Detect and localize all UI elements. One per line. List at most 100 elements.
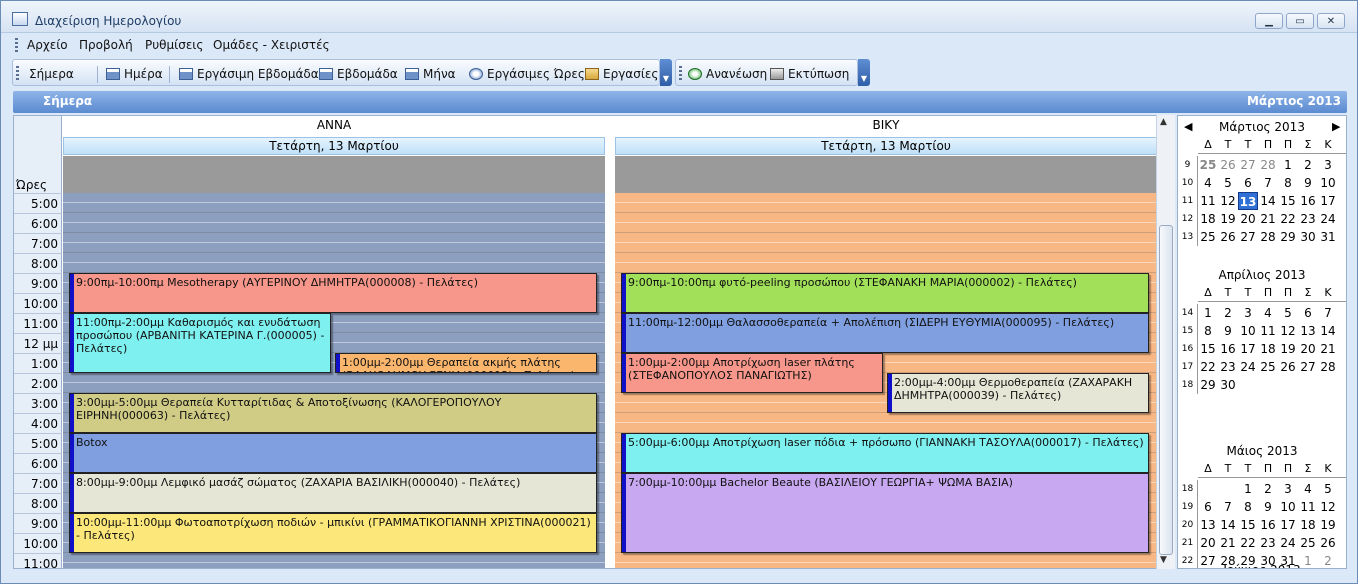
mini-calendar-day[interactable]: 24 xyxy=(1278,534,1298,552)
mini-calendar-day[interactable]: 20 xyxy=(1298,340,1318,358)
mini-calendar-day[interactable]: 20 xyxy=(1238,210,1258,228)
mini-calendar-day[interactable]: 10 xyxy=(1318,174,1338,192)
mini-calendar-day[interactable]: 22 xyxy=(1238,534,1258,552)
mini-calendar-day[interactable]: 10 xyxy=(1278,498,1298,516)
column-date-header[interactable]: Τετάρτη, 13 Μαρτίου xyxy=(63,137,605,155)
time-slot[interactable] xyxy=(63,213,605,223)
mini-calendar-day[interactable]: 27 xyxy=(1238,228,1258,246)
tasks-button[interactable]: Εργασίες xyxy=(585,66,658,82)
mini-calendar-day[interactable]: 14 xyxy=(1258,192,1278,210)
mini-calendar-day[interactable]: 4 xyxy=(1298,480,1318,498)
mini-calendar-day[interactable]: 16 xyxy=(1218,340,1238,358)
mini-calendar-day[interactable]: 3 xyxy=(1318,156,1338,174)
scrollbar-thumb[interactable] xyxy=(1159,225,1173,555)
mini-calendar-day[interactable]: 12 xyxy=(1278,322,1298,340)
vertical-scrollbar[interactable]: ▲ ▼ xyxy=(1156,115,1175,569)
mini-calendar-day[interactable]: 13 xyxy=(1298,322,1318,340)
mini-calendar-day[interactable]: 31 xyxy=(1318,228,1338,246)
mini-calendar-day[interactable]: 23 xyxy=(1298,210,1318,228)
mini-calendar-day[interactable]: 9 xyxy=(1258,498,1278,516)
mini-calendar-day[interactable]: 26 xyxy=(1318,534,1338,552)
mini-calendar-day[interactable]: 17 xyxy=(1318,192,1338,210)
mini-calendar-day[interactable]: 2 xyxy=(1218,304,1238,322)
mini-calendar-day[interactable]: 24 xyxy=(1318,210,1338,228)
menu-grip-icon[interactable] xyxy=(15,38,18,52)
mini-calendar-day[interactable]: 19 xyxy=(1318,516,1338,534)
appointment[interactable]: 1:00μμ-2:00μμ Αποτρίχωση laser πλάτης (Σ… xyxy=(621,353,883,393)
menu-settings[interactable]: Ρυθμίσεις xyxy=(145,38,203,52)
time-slot[interactable] xyxy=(615,413,1157,423)
mini-calendar-day[interactable]: 13 xyxy=(1238,192,1258,210)
mini-calendar-day[interactable]: 13 xyxy=(1198,516,1218,534)
menu-file[interactable]: Αρχείο xyxy=(27,38,68,52)
mini-calendar-day[interactable]: 2 xyxy=(1258,480,1278,498)
scroll-up-icon[interactable]: ▲ xyxy=(1160,117,1167,127)
refresh-button[interactable]: Ανανέωση xyxy=(688,66,767,82)
mini-calendar-day[interactable]: 25 xyxy=(1198,156,1218,174)
time-slot[interactable] xyxy=(63,263,605,273)
column-date-header[interactable]: Τετάρτη, 13 Μαρτίου xyxy=(615,137,1157,155)
mini-calendar-day[interactable]: 21 xyxy=(1318,340,1338,358)
close-button[interactable]: ✕ xyxy=(1317,13,1345,29)
mini-calendar-day[interactable]: 21 xyxy=(1218,534,1238,552)
mini-calendar-day[interactable]: 18 xyxy=(1258,340,1278,358)
time-slot[interactable] xyxy=(615,553,1157,563)
mini-calendar-day[interactable]: 1 xyxy=(1278,156,1298,174)
scroll-down-icon[interactable]: ▼ xyxy=(1160,555,1167,565)
time-slot[interactable] xyxy=(63,223,605,233)
time-slot[interactable] xyxy=(63,233,605,243)
mini-calendar-day[interactable]: 17 xyxy=(1278,516,1298,534)
mini-calendar-day[interactable]: 23 xyxy=(1258,534,1278,552)
toolbar-grip-icon[interactable] xyxy=(679,66,682,80)
appointment[interactable]: 8:00μμ-9:00μμ Λεμφικό μασάζ σώματος (ΖΑΧ… xyxy=(69,473,597,513)
mini-calendar-day[interactable]: 5 xyxy=(1278,304,1298,322)
toolbar-overflow-chevron-icon[interactable]: ▼ xyxy=(660,59,672,86)
day-view-button[interactable]: Ημέρα xyxy=(106,66,163,82)
toolbar-grip-icon[interactable] xyxy=(16,66,19,80)
appointment[interactable]: 9:00πμ-10:00πμ φυτό-peeling προσώπου (ΣΤ… xyxy=(621,273,1149,313)
mini-calendar-day[interactable]: 9 xyxy=(1218,322,1238,340)
mini-calendar-day[interactable]: 11 xyxy=(1298,498,1318,516)
time-slot[interactable] xyxy=(615,263,1157,273)
mini-calendar-day[interactable]: 11 xyxy=(1258,322,1278,340)
mini-calendar-day[interactable]: 20 xyxy=(1198,534,1218,552)
mini-calendar-day[interactable]: 5 xyxy=(1218,174,1238,192)
work-hours-button[interactable]: Εργάσιμες Ώρες xyxy=(469,66,585,82)
mini-calendar-day[interactable]: 24 xyxy=(1238,358,1258,376)
time-slot[interactable] xyxy=(63,373,605,383)
mini-calendar-day[interactable]: 18 xyxy=(1298,516,1318,534)
next-month-icon[interactable]: ▶ xyxy=(1332,118,1340,136)
appointment[interactable]: 10:00μμ-11:00μμ Φωτοαποτρίχωση ποδιών - … xyxy=(69,513,597,553)
mini-calendar-day[interactable]: 15 xyxy=(1198,340,1218,358)
mini-calendar-day[interactable]: 12 xyxy=(1218,192,1238,210)
menu-view[interactable]: Προβολή xyxy=(79,38,133,52)
mini-calendar-day[interactable]: 1 xyxy=(1198,304,1218,322)
mini-calendar-day[interactable]: 8 xyxy=(1198,322,1218,340)
time-slot[interactable] xyxy=(63,243,605,253)
menu-groups-operators[interactable]: Ομάδες - Χειριστές xyxy=(213,38,330,52)
mini-calendar-day[interactable]: 25 xyxy=(1298,534,1318,552)
mini-calendar-day[interactable]: 6 xyxy=(1238,174,1258,192)
mini-calendar-day[interactable]: 25 xyxy=(1198,228,1218,246)
week-view-button[interactable]: Εβδομάδα xyxy=(319,66,398,82)
mini-calendar-day[interactable]: 27 xyxy=(1238,156,1258,174)
time-slot[interactable] xyxy=(63,553,605,563)
appointment[interactable]: 11:00πμ-12:00μμ Θαλασσοθεραπεία + Απολέπ… xyxy=(621,313,1149,353)
appointment[interactable]: 11:00πμ-2:00μμ Καθαρισμός και ενυδάτωση … xyxy=(69,313,331,373)
time-slot[interactable] xyxy=(615,223,1157,233)
mini-calendar-day[interactable]: 16 xyxy=(1258,516,1278,534)
mini-calendar-day[interactable]: 14 xyxy=(1318,322,1338,340)
today-button[interactable]: Σήμερα xyxy=(29,66,74,82)
time-slot[interactable] xyxy=(615,243,1157,253)
mini-calendar-day[interactable]: 27 xyxy=(1298,358,1318,376)
mini-calendar-day[interactable]: 25 xyxy=(1258,358,1278,376)
mini-calendar-day[interactable]: 28 xyxy=(1318,358,1338,376)
mini-calendar-day[interactable]: 21 xyxy=(1258,210,1278,228)
mini-calendar-day[interactable]: 19 xyxy=(1218,210,1238,228)
time-slot[interactable] xyxy=(63,193,605,203)
mini-calendar-day[interactable]: 15 xyxy=(1278,192,1298,210)
time-slot[interactable] xyxy=(615,213,1157,223)
appointment[interactable]: 7:00μμ-10:00μμ Bachelor Beaute (ΒΑΣΙΛΕΙΟ… xyxy=(621,473,1149,553)
appointment[interactable]: 1:00μμ-2:00μμ Θεραπεία ακμής πλάτης (ΒΛΑ… xyxy=(335,353,597,373)
mini-calendar-day[interactable]: 4 xyxy=(1258,304,1278,322)
